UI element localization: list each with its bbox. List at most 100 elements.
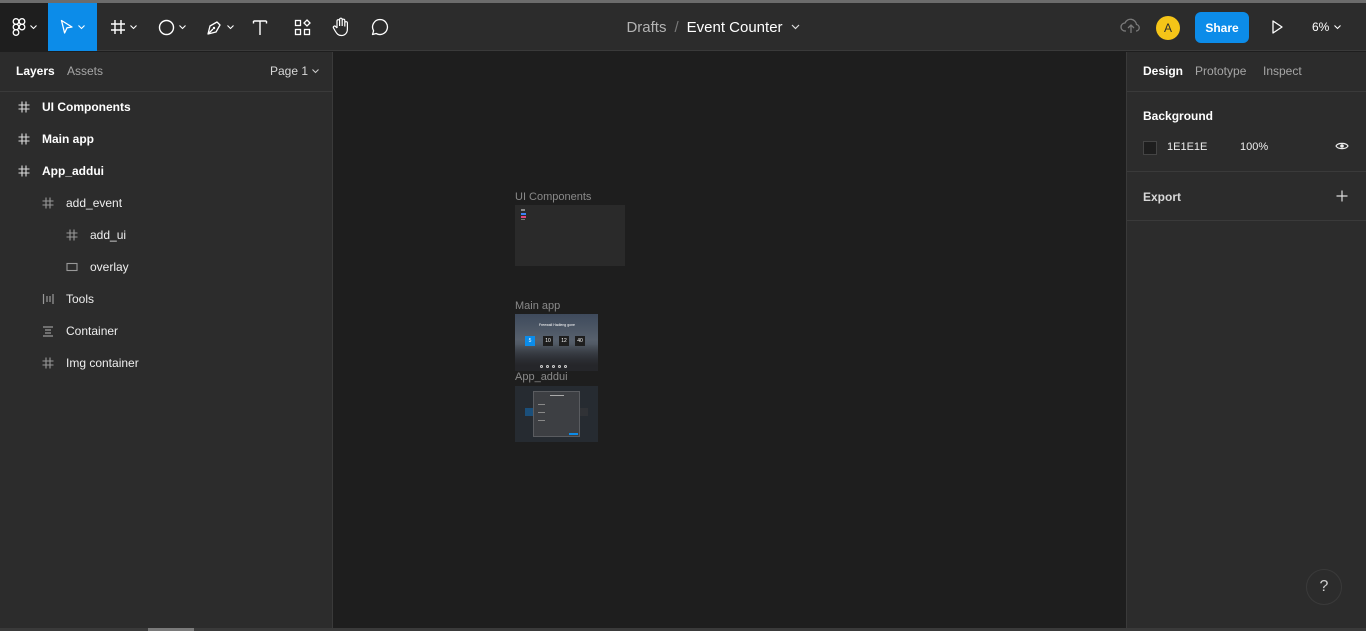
layer-item-overlay[interactable]: overlay bbox=[0, 251, 333, 283]
rectangle-icon bbox=[64, 259, 80, 275]
export-title: Export bbox=[1143, 190, 1182, 204]
left-panel-tabs: Layers Assets Page 1 bbox=[0, 52, 332, 92]
background-opacity-input[interactable]: 100% bbox=[1240, 141, 1268, 153]
chevron-down-icon bbox=[312, 68, 319, 73]
chevron-down-icon bbox=[1334, 24, 1342, 29]
tab-prototype[interactable]: Prototype bbox=[1195, 64, 1246, 78]
frame-hash-icon bbox=[16, 163, 32, 179]
layer-item-app-addui[interactable]: App_addui bbox=[0, 155, 333, 187]
layer-item-tools[interactable]: Tools bbox=[0, 283, 333, 315]
toolbar: Drafts / Event Counter A Share 6% bbox=[0, 3, 1366, 51]
avatar[interactable]: A bbox=[1156, 16, 1180, 40]
chevron-down-icon bbox=[29, 24, 37, 29]
resources-tool-button[interactable] bbox=[286, 3, 318, 51]
frame-hash-icon bbox=[40, 355, 56, 371]
layer-item-add-event[interactable]: add_event bbox=[0, 187, 333, 219]
layer-item-container[interactable]: Container bbox=[0, 315, 333, 347]
layer-item-img-container[interactable]: Img container bbox=[0, 347, 333, 379]
project-link[interactable]: Drafts bbox=[626, 19, 666, 36]
components-icon bbox=[294, 18, 311, 35]
cloud-upload-icon[interactable] bbox=[1120, 17, 1142, 35]
counter-box: 12 bbox=[559, 336, 569, 346]
layer-label: overlay bbox=[90, 260, 129, 274]
frame-hash-icon bbox=[16, 131, 32, 147]
dialog-title-line bbox=[550, 395, 564, 396]
tab-layers[interactable]: Layers bbox=[16, 64, 55, 78]
hand-tool-button[interactable] bbox=[325, 3, 357, 51]
zoom-value: 6% bbox=[1312, 20, 1330, 34]
frame-hash-icon bbox=[16, 99, 32, 115]
component-swatch bbox=[521, 216, 526, 218]
eye-icon[interactable] bbox=[1335, 140, 1349, 152]
chevron-down-icon[interactable] bbox=[791, 24, 800, 30]
hand-icon bbox=[332, 17, 348, 37]
layer-label: Main app bbox=[42, 132, 95, 146]
frame-tool-button[interactable] bbox=[100, 3, 146, 51]
frame-thumbnail-ui-components[interactable] bbox=[515, 205, 625, 266]
component-swatch bbox=[521, 213, 526, 215]
frame-label-ui-components[interactable]: UI Components bbox=[515, 191, 591, 203]
component-swatch bbox=[521, 209, 525, 211]
layer-item-main-app[interactable]: Main app bbox=[0, 123, 333, 155]
comment-tool-button[interactable] bbox=[364, 3, 396, 51]
frame-thumbnail-main-app[interactable]: Freewall Hadleng gone 5 10 12 40 bbox=[515, 314, 598, 371]
layer-label: Img container bbox=[66, 356, 139, 370]
layer-label: add_event bbox=[66, 196, 123, 210]
frame-hash-icon bbox=[40, 195, 56, 211]
background-title: Background bbox=[1143, 109, 1214, 123]
vertical-auto-layout-icon bbox=[40, 323, 56, 339]
layer-item-add-ui[interactable]: add_ui bbox=[0, 219, 333, 251]
frame-hash-icon bbox=[64, 227, 80, 243]
tab-assets[interactable]: Assets bbox=[67, 64, 103, 78]
counter-box: 10 bbox=[543, 336, 553, 346]
text-tool-button[interactable] bbox=[244, 3, 276, 51]
zoom-dropdown[interactable]: 6% bbox=[1312, 3, 1342, 51]
background-section: Background 1E1E1E 100% bbox=[1127, 92, 1366, 172]
tool-dot-icon bbox=[558, 365, 561, 368]
counter-box: 5 bbox=[525, 336, 535, 346]
shape-tool-button[interactable] bbox=[150, 3, 194, 51]
ellipse-icon bbox=[158, 19, 175, 35]
tab-design[interactable]: Design bbox=[1143, 64, 1183, 78]
layer-label: App_addui bbox=[42, 164, 104, 178]
dialog-field-line bbox=[538, 404, 545, 405]
main-menu-button[interactable] bbox=[0, 3, 48, 51]
layer-item-ui-components[interactable]: UI Components bbox=[0, 91, 333, 123]
design-canvas[interactable]: UI Components Main app Freewall Hadleng … bbox=[334, 52, 1125, 628]
move-tool-button[interactable] bbox=[48, 3, 97, 51]
pen-tool-button[interactable] bbox=[198, 3, 242, 51]
text-icon bbox=[252, 19, 268, 35]
frame-hash-icon bbox=[110, 20, 125, 34]
help-button[interactable]: ? bbox=[1306, 569, 1342, 605]
play-icon[interactable] bbox=[1270, 19, 1284, 35]
page-selector[interactable]: Page 1 bbox=[270, 64, 319, 78]
frame-label-main-app[interactable]: Main app bbox=[515, 300, 560, 312]
layer-label: add_ui bbox=[90, 228, 127, 242]
tool-dot-icon bbox=[540, 365, 543, 368]
share-button[interactable]: Share bbox=[1195, 12, 1249, 43]
file-breadcrumb: Drafts / Event Counter bbox=[560, 3, 866, 51]
chevron-down-icon bbox=[179, 24, 186, 29]
chevron-down-icon bbox=[78, 24, 85, 29]
dim-counter-box bbox=[580, 408, 588, 416]
layer-label: Container bbox=[66, 324, 119, 338]
properties-panel: Design Prototype Inspect Background 1E1E… bbox=[1126, 52, 1366, 628]
cursor-arrow-icon bbox=[60, 19, 73, 34]
background-color-swatch[interactable] bbox=[1143, 141, 1157, 155]
component-swatch bbox=[521, 219, 525, 220]
tool-dot-icon bbox=[552, 365, 555, 368]
file-name[interactable]: Event Counter bbox=[687, 19, 783, 36]
dialog-submit-button bbox=[569, 433, 578, 435]
counter-heading: Freewall Hadleng gone bbox=[539, 323, 575, 327]
plus-icon[interactable] bbox=[1335, 189, 1349, 203]
right-panel-tabs: Design Prototype Inspect bbox=[1127, 52, 1366, 92]
background-hex-input[interactable]: 1E1E1E bbox=[1167, 141, 1207, 153]
frame-thumbnail-app-addui[interactable] bbox=[515, 386, 598, 442]
tab-inspect[interactable]: Inspect bbox=[1263, 64, 1302, 78]
comment-icon bbox=[371, 18, 389, 36]
chevron-down-icon bbox=[227, 24, 234, 29]
tool-icons-row bbox=[540, 365, 574, 368]
tool-dot-icon bbox=[564, 365, 567, 368]
frame-label-app-addui[interactable]: App_addui bbox=[515, 371, 568, 383]
layer-label: UI Components bbox=[42, 100, 131, 114]
